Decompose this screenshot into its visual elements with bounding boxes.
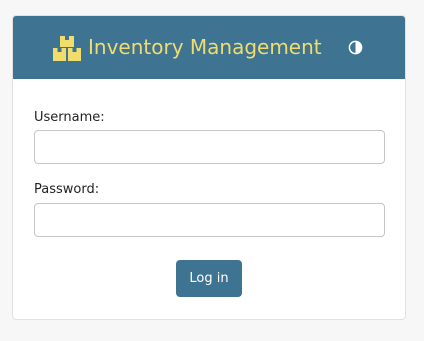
- boxes-icon: [53, 36, 81, 61]
- password-input[interactable]: [34, 203, 385, 237]
- login-card: Inventory Management Username: Password:…: [12, 15, 406, 320]
- app-title: Inventory Management: [88, 35, 322, 59]
- card-header: Inventory Management: [13, 16, 405, 79]
- username-label: Username:: [34, 110, 105, 125]
- login-button[interactable]: Log in: [176, 260, 242, 297]
- password-label: Password:: [34, 182, 100, 197]
- username-input[interactable]: [34, 130, 385, 164]
- contrast-icon[interactable]: [348, 40, 363, 55]
